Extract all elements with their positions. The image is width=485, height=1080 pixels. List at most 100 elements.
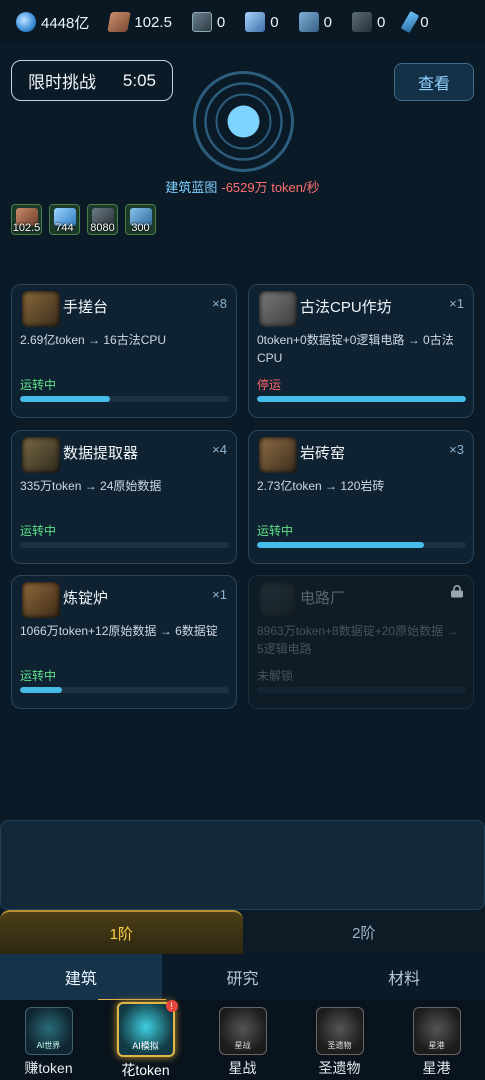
limited-challenge-button[interactable]: 限时挑战 5:05 bbox=[11, 60, 173, 101]
progress-bar bbox=[20, 396, 229, 402]
inventory-count: 102.5 bbox=[12, 222, 41, 234]
resource-board: 0 bbox=[351, 12, 386, 32]
nav-item-earn-token[interactable]: AI世界 赚token bbox=[0, 1000, 97, 1080]
building-recipe: 2.73亿token → 120岩砖 bbox=[257, 479, 385, 493]
building-name: 炼锭炉 bbox=[63, 590, 109, 607]
nav-item-star-war[interactable]: 星战 星战 bbox=[194, 1000, 291, 1080]
building-count: ×1 bbox=[449, 296, 464, 311]
blueprint-target-icon[interactable] bbox=[192, 70, 295, 173]
resource-cube: 0 bbox=[245, 12, 279, 32]
building-count: ×4 bbox=[212, 442, 227, 457]
blueprint-label: 建筑蓝图 bbox=[165, 180, 218, 195]
resource-value: 0 bbox=[216, 13, 226, 31]
building-card[interactable]: 炼锭炉 ×1 1066万token+12原始数据 → 6数据锭 运转中 bbox=[11, 575, 237, 709]
nav-label: 星战 bbox=[228, 1060, 257, 1076]
inventory-item[interactable]: 744 bbox=[49, 204, 80, 235]
progress-fill bbox=[257, 542, 425, 548]
progress-fill bbox=[20, 396, 110, 402]
data-extractor-icon bbox=[22, 437, 60, 473]
tier-tab-2[interactable]: 2阶 bbox=[242, 910, 485, 954]
building-card[interactable]: 手搓台 ×8 2.69亿token → 16古法CPU 运转中 bbox=[11, 284, 237, 418]
progress-bar bbox=[20, 687, 229, 693]
nav-label: 花token bbox=[121, 1062, 170, 1078]
crystal-icon bbox=[16, 12, 36, 32]
building-card[interactable]: 岩砖窑 ×3 2.73亿token → 120岩砖 运转中 bbox=[248, 430, 474, 564]
tab-materials[interactable]: 材料 bbox=[323, 954, 485, 1000]
resource-crystal: 4448亿 bbox=[16, 12, 89, 33]
lock-icon bbox=[451, 585, 463, 598]
lock-icon: 星战 bbox=[218, 1007, 267, 1055]
building-name: 手搓台 bbox=[63, 299, 109, 316]
challenge-label: 限时挑战 bbox=[28, 73, 96, 92]
resource-value: 0 bbox=[323, 13, 332, 31]
resource-value: 0 bbox=[376, 13, 386, 31]
nav-label: 圣遗物 bbox=[318, 1060, 361, 1076]
nav-label: 赚token bbox=[24, 1060, 73, 1076]
notification-badge: ! bbox=[165, 1000, 178, 1012]
nav-icon-caption: 星战 bbox=[234, 1041, 251, 1050]
nav-item-star-port[interactable]: 星港 星港 bbox=[388, 1000, 485, 1080]
plate-icon bbox=[107, 12, 132, 32]
progress-fill bbox=[20, 687, 62, 693]
key-icon bbox=[400, 10, 420, 34]
cube-icon bbox=[245, 12, 266, 32]
bottom-nav: AI世界 赚token ! AI模拟 花token 星战 星战 圣遗物 圣遗物 … bbox=[0, 1000, 485, 1080]
building-name: 电路厂 bbox=[300, 590, 346, 607]
progress-bar bbox=[257, 542, 466, 548]
resource-bar-item: 0 bbox=[298, 12, 332, 32]
building-card[interactable]: 古法CPU作坊 ×1 0token+0数据锭+0逻辑电路 → 0古法CPU 停运 bbox=[248, 284, 474, 418]
inventory-count: 8080 bbox=[90, 222, 115, 234]
building-status: 未解锁 bbox=[257, 669, 294, 683]
resource-value: 102.5 bbox=[134, 13, 172, 31]
building-card[interactable]: 数据提取器 ×4 335万token → 24原始数据 运转中 bbox=[11, 430, 237, 564]
challenge-timer: 5:05 bbox=[122, 70, 156, 90]
building-count: ×1 bbox=[212, 587, 227, 602]
blueprint-rate-value: -6529万 token/秒 bbox=[221, 180, 320, 195]
circuit-board-icon bbox=[351, 12, 372, 32]
ai-world-icon: AI世界 bbox=[24, 1007, 73, 1055]
inventory-item[interactable]: 300 bbox=[125, 204, 156, 235]
circuit-factory-icon bbox=[259, 582, 297, 618]
building-recipe: 335万token → 24原始数据 bbox=[20, 479, 162, 493]
resource-key: 0 bbox=[400, 10, 429, 34]
tier-bar: 1阶 2阶 bbox=[0, 910, 485, 954]
building-status: 运转中 bbox=[20, 378, 57, 392]
resource-value: 0 bbox=[270, 13, 279, 31]
info-panel bbox=[0, 820, 485, 910]
building-count: ×8 bbox=[212, 296, 227, 311]
building-recipe: 8963万token+8数据锭+20原始数据 → 5逻辑电路 bbox=[257, 624, 459, 656]
ai-sim-icon: ! AI模拟 bbox=[116, 1000, 178, 1057]
brick-kiln-icon bbox=[259, 437, 297, 473]
tier-tab-1[interactable]: 1阶 bbox=[0, 910, 243, 954]
building-card-locked[interactable]: 电路厂 8963万token+8数据锭+20原始数据 → 5逻辑电路 未解锁 bbox=[248, 575, 474, 709]
building-name: 岩砖窑 bbox=[300, 445, 346, 462]
progress-fill bbox=[257, 396, 466, 402]
nav-icon-caption: 星港 bbox=[428, 1041, 445, 1050]
nav-item-spend-token[interactable]: ! AI模拟 花token bbox=[97, 1000, 194, 1080]
nav-label: 星港 bbox=[422, 1060, 451, 1076]
tab-research[interactable]: 研究 bbox=[162, 954, 324, 1000]
inventory-item[interactable]: 102.5 bbox=[11, 204, 42, 235]
category-tabs: 建筑 研究 材料 bbox=[0, 954, 485, 1000]
view-button[interactable]: 查看 bbox=[394, 63, 474, 101]
inventory-item[interactable]: 8080 bbox=[87, 204, 118, 235]
progress-bar bbox=[257, 687, 466, 693]
resource-chip: 0 bbox=[191, 12, 226, 32]
nav-item-relics[interactable]: 圣遗物 圣遗物 bbox=[291, 1000, 388, 1080]
building-recipe: 1066万token+12原始数据 → 6数据锭 bbox=[20, 624, 218, 638]
building-recipe: 0token+0数据锭+0逻辑电路 → 0古法CPU bbox=[257, 333, 454, 365]
furnace-icon bbox=[22, 582, 60, 618]
workbench-icon bbox=[22, 291, 60, 327]
inventory-count: 300 bbox=[131, 222, 150, 234]
nav-icon-caption: 圣遗物 bbox=[327, 1041, 352, 1050]
nav-icon-caption: AI世界 bbox=[36, 1041, 61, 1050]
building-recipe: 2.69亿token → 16古法CPU bbox=[20, 333, 167, 347]
building-name: 古法CPU作坊 bbox=[300, 299, 392, 316]
nav-icon-caption: AI模拟 bbox=[132, 1041, 159, 1051]
blueprint-rate: 建筑蓝图 -6529万 token/秒 bbox=[0, 177, 485, 196]
lock-icon: 星港 bbox=[412, 1007, 461, 1055]
building-status: 运转中 bbox=[20, 669, 57, 683]
resource-value: 0 bbox=[420, 13, 429, 31]
tab-buildings[interactable]: 建筑 bbox=[0, 954, 162, 1000]
building-status: 停运 bbox=[257, 378, 282, 392]
